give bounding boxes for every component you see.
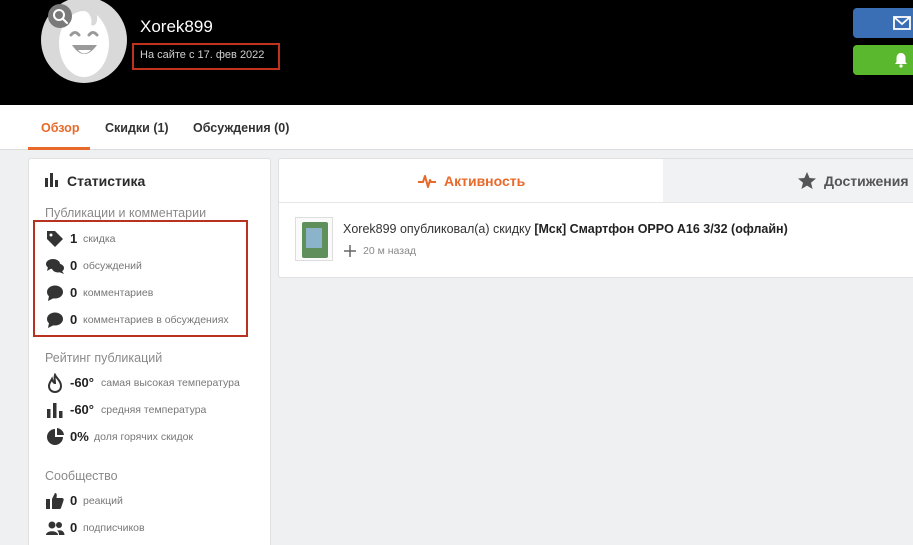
stat-row-hot-share: 0% доля горячих скидок — [45, 427, 260, 447]
tab-overview[interactable]: Обзор — [41, 121, 79, 135]
pulse-icon — [418, 175, 436, 188]
stat-value: 0% — [70, 429, 89, 444]
envelope-icon — [893, 16, 911, 30]
thumbs-up-icon — [46, 493, 64, 509]
bell-icon — [895, 53, 907, 68]
message-button[interactable] — [853, 8, 913, 38]
statistics-title: Статистика — [67, 173, 146, 189]
bar-chart-icon — [47, 403, 63, 418]
notifications-button[interactable] — [853, 45, 913, 75]
search-icon — [53, 9, 68, 24]
product-image-detail — [306, 228, 322, 248]
plus-icon[interactable] — [343, 244, 357, 258]
member-since: На сайте с 17. фев 2022 — [140, 49, 265, 61]
section-community-heading: Сообщество — [45, 469, 118, 483]
stat-value: 0 — [70, 493, 78, 508]
flame-icon — [47, 373, 63, 393]
feed-item-time: 20 м назад — [363, 245, 417, 257]
feed-item-text: Xorek899 опубликовал(а) скидку [Мск] Сма… — [343, 222, 788, 236]
tab-discussions[interactable]: Обсуждения (0) — [193, 121, 289, 135]
stat-value: -60° — [70, 402, 94, 417]
bar-chart-icon — [45, 173, 58, 187]
deal-title-link[interactable]: [Мск] Смартфон OPPO A16 3/32 (офлайн) — [534, 222, 787, 236]
stat-value: 0 — [70, 520, 78, 535]
tab-achievements[interactable]: Достижения — [824, 173, 909, 189]
stat-label: подписчиков — [83, 522, 145, 534]
profile-tabs: Обзор Скидки (1) Обсуждения (0) — [0, 105, 913, 150]
section-rating-heading: Рейтинг публикаций — [45, 351, 163, 365]
tab-activity[interactable]: Активность — [444, 173, 525, 189]
statistics-card: Статистика Публикации и комментарии 1 ск… — [28, 158, 271, 545]
stat-value: -60° — [70, 375, 94, 390]
star-icon — [798, 172, 816, 189]
section-publications-heading: Публикации и комментарии — [45, 206, 207, 220]
highlight-box-publications — [33, 220, 248, 337]
users-icon — [46, 521, 65, 535]
avatar-search-badge[interactable] — [48, 4, 72, 28]
feed-item-prefix: Xorek899 опубликовал(а) скидку — [343, 222, 531, 236]
activity-tabs: Активность Достижения — [279, 159, 913, 203]
stat-label: реакций — [83, 495, 123, 507]
stat-row-followers: 0 подписчиков — [45, 518, 260, 538]
deal-thumbnail[interactable] — [295, 217, 333, 261]
active-tab-indicator — [28, 147, 90, 150]
stat-label: самая высокая температура — [101, 377, 240, 389]
stat-label: средняя температура — [101, 404, 207, 416]
activity-card: Активность Достижения Xorek899 опубликов… — [278, 158, 913, 278]
stat-label: доля горячих скидок — [94, 431, 194, 443]
tab-deals[interactable]: Скидки (1) — [105, 121, 169, 135]
stat-row-avg-temp: -60° средняя температура — [45, 400, 260, 420]
stat-row-reactions: 0 реакций — [45, 491, 260, 511]
profile-header: Xorek899 На сайте с 17. фев 2022 — [0, 0, 913, 105]
stat-row-max-temp: -60° самая высокая температура — [45, 373, 260, 393]
username: Xorek899 — [140, 17, 213, 36]
pie-chart-icon — [47, 428, 64, 445]
